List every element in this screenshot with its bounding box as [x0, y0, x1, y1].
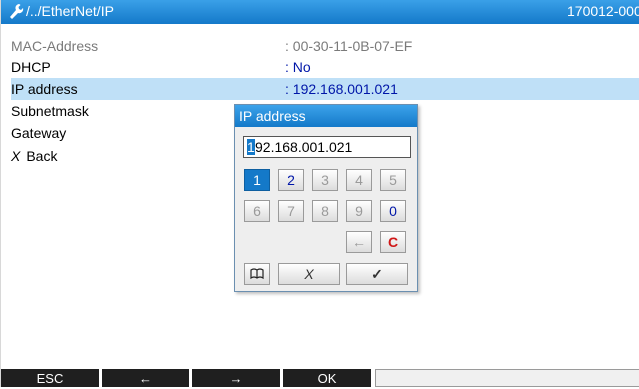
ok-softkey[interactable]: OK [283, 369, 371, 387]
row-label: Subnetmask [11, 103, 89, 119]
confirm-button[interactable]: ✓ [346, 263, 408, 285]
dialog-title-bar: IP address [235, 105, 417, 127]
key-1[interactable]: 1 [244, 169, 270, 191]
row-label: X Back [11, 148, 57, 164]
row-ip-address[interactable]: IP address : 192.168.001.021 [11, 78, 639, 100]
back-x-icon: X [11, 148, 21, 164]
right-arrow-softkey[interactable]: → [192, 369, 280, 387]
cancel-button[interactable]: X [278, 263, 340, 285]
row-value: : 00-30-11-0B-07-EF [285, 38, 413, 54]
row-label: MAC-Address [11, 38, 99, 54]
esc-softkey[interactable]: ESC [1, 369, 99, 387]
key-3[interactable]: 3 [312, 169, 338, 191]
key-2[interactable]: 2 [278, 169, 304, 191]
key-0[interactable]: 0 [380, 200, 406, 222]
key-5[interactable]: 5 [380, 169, 406, 191]
key-8[interactable]: 8 [312, 200, 338, 222]
wrench-icon [10, 4, 24, 19]
key-4[interactable]: 4 [346, 169, 372, 191]
row-label: IP address [11, 81, 78, 97]
row-value: : No [285, 59, 311, 75]
backspace-key[interactable]: ← [346, 231, 372, 253]
key-9[interactable]: 9 [346, 200, 372, 222]
row-label: DHCP [11, 59, 51, 75]
ip-input-text: 92.168.001.021 [255, 139, 353, 155]
clear-key[interactable]: C [380, 231, 406, 253]
key-6[interactable]: 6 [244, 200, 270, 222]
book-icon[interactable] [244, 263, 270, 285]
input-cursor: 1 [247, 139, 255, 155]
row-value: : 192.168.001.021 [285, 81, 398, 97]
empty-softkey[interactable] [375, 369, 639, 387]
device-serial: 170012-000 [567, 3, 639, 19]
ip-address-dialog: IP address 1 92.168.001.021 1 2 3 4 5 6 … [234, 104, 418, 292]
key-7[interactable]: 7 [278, 200, 304, 222]
title-bar: /../EtherNet/IP 170012-000 [1, 0, 639, 24]
dialog-title: IP address [239, 108, 306, 124]
breadcrumb-path: /../EtherNet/IP [26, 3, 114, 19]
row-dhcp[interactable]: DHCP : No [11, 56, 639, 78]
left-arrow-softkey[interactable]: ← [102, 369, 189, 387]
device-screen: /../EtherNet/IP 170012-000 MAC-Address :… [0, 0, 639, 387]
row-label: Gateway [11, 125, 67, 141]
row-mac-address: MAC-Address : 00-30-11-0B-07-EF [11, 35, 639, 57]
ip-input-field[interactable]: 1 92.168.001.021 [243, 136, 411, 158]
back-label: Back [26, 148, 58, 164]
